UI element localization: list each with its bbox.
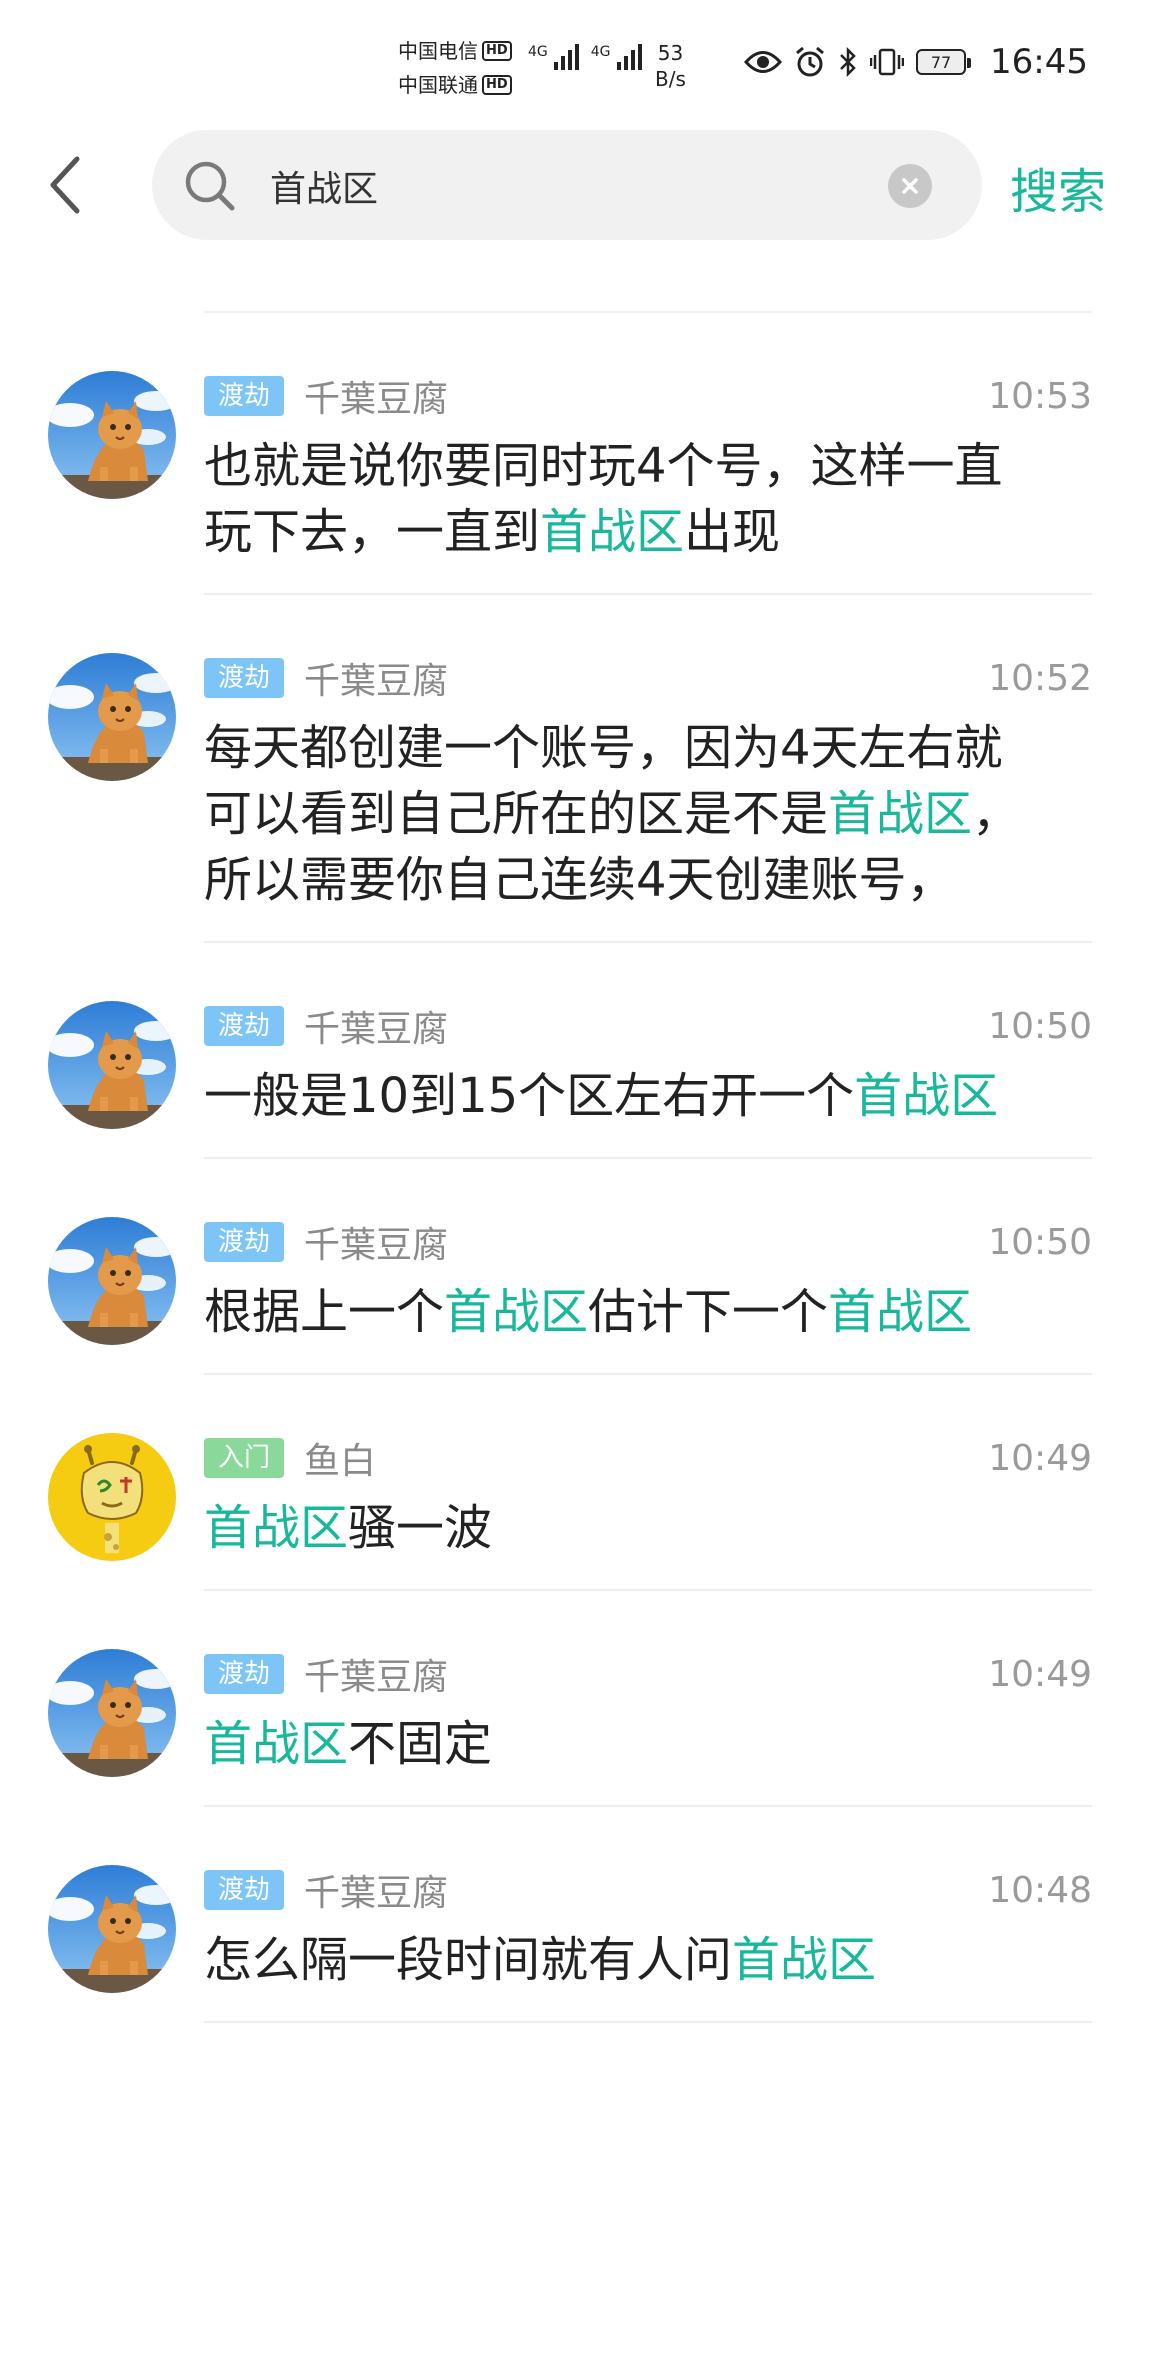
username[interactable]: 千葉豆腐 — [304, 1000, 448, 1052]
message-text-segment: 出现 — [684, 504, 781, 560]
level-badge: 渡劫 — [204, 658, 285, 698]
eye-icon — [744, 51, 782, 73]
message-text-segment: 不固定 — [348, 1716, 493, 1772]
hd-badge: HD — [482, 41, 512, 61]
message-time: 10:48 — [988, 1869, 1092, 1911]
username[interactable]: 千葉豆腐 — [304, 370, 448, 422]
message-meta: 渡劫 千葉豆腐 10:52 — [204, 652, 1092, 704]
battery-icon: 77 — [916, 49, 971, 75]
message-item[interactable]: 渡劫 千葉豆腐 10:50 根据上一个首战区估计下一个首战区 — [0, 1159, 1152, 1375]
hd-badge: HD — [482, 75, 512, 95]
search-button[interactable]: 搜索 — [1010, 152, 1106, 222]
avatar[interactable] — [48, 1001, 176, 1129]
avatar[interactable] — [48, 653, 176, 781]
level-badge: 渡劫 — [204, 1870, 285, 1910]
avatar[interactable] — [48, 1433, 176, 1561]
username[interactable]: 千葉豆腐 — [304, 652, 448, 704]
level-badge: 入门 — [204, 1438, 285, 1478]
clear-search-button[interactable] — [888, 164, 932, 208]
keyword-highlight: 首战区 — [204, 1716, 349, 1772]
carrier-1-name: 中国电信 — [398, 39, 478, 63]
message-text: 首战区骚一波 — [204, 1495, 1044, 1561]
message-time: 10:53 — [988, 375, 1092, 417]
keyword-highlight: 首战区 — [732, 1932, 877, 1988]
message-meta: 渡劫 千葉豆腐 10:49 — [204, 1648, 1092, 1700]
vibrate-icon — [870, 48, 904, 76]
message-item[interactable]: 渡劫 千葉豆腐 10:53 也就是说你要同时玩4个号，这样一直玩下去，一直到首战区出现 — [0, 313, 1152, 595]
username[interactable]: 千葉豆腐 — [304, 1864, 448, 1916]
message-text-segment: 骚一波 — [348, 1500, 493, 1556]
network-type-label: 4G — [528, 44, 548, 60]
message-time: 10:49 — [988, 1653, 1092, 1695]
avatar[interactable] — [48, 371, 176, 499]
message-time: 10:50 — [988, 1221, 1092, 1263]
message-item[interactable]: 渡劫 千葉豆腐 10:49 首战区不固定 — [0, 1591, 1152, 1807]
network-speed-unit: B/s — [655, 67, 686, 91]
message-item[interactable]: 渡劫 千葉豆腐 10:50 一般是10到15个区左右开一个首战区 — [0, 943, 1152, 1159]
message-item[interactable]: 渡劫 千葉豆腐 10:52 每天都创建一个账号，因为4天左右就可以看到自己所在的区是不… — [0, 595, 1152, 943]
message-text: 首战区不固定 — [204, 1711, 1044, 1777]
alarm-icon — [796, 46, 824, 77]
level-badge: 渡劫 — [204, 376, 285, 416]
message-text-segment: 估计下一个 — [588, 1284, 829, 1340]
level-badge: 渡劫 — [204, 1222, 285, 1262]
message-text: 根据上一个首战区估计下一个首战区 — [204, 1279, 1044, 1345]
network-speed: 53 B/s — [655, 40, 686, 92]
search-icon — [185, 161, 235, 211]
message-time: 10:50 — [988, 1005, 1092, 1047]
avatar[interactable] — [48, 1217, 176, 1345]
message-text: 怎么隔一段时间就有人问首战区 — [204, 1927, 1044, 1993]
level-badge: 渡劫 — [204, 1654, 285, 1694]
message-text-segment: 一般是10到15个区左右开一个 — [204, 1068, 855, 1124]
message-text: 一般是10到15个区左右开一个首战区 — [204, 1063, 1044, 1129]
message-meta: 渡劫 千葉豆腐 10:50 — [204, 1000, 1092, 1052]
status-icons: 77 — [744, 46, 971, 78]
message-meta: 渡劫 千葉豆腐 10:50 — [204, 1216, 1092, 1268]
message-time: 10:49 — [988, 1437, 1092, 1479]
keyword-highlight: 首战区 — [828, 786, 973, 842]
carrier-2-name: 中国联通 — [398, 73, 478, 97]
keyword-highlight: 首战区 — [204, 1500, 349, 1556]
network-type-label: 4G — [590, 44, 611, 60]
status-clock: 16:45 — [990, 42, 1088, 82]
message-item[interactable]: 渡劫 千葉豆腐 10:48 怎么隔一段时间就有人问首战区 — [0, 1807, 1152, 2023]
message-text-segment: 怎么隔一段时间就有人问 — [204, 1932, 733, 1988]
avatar[interactable] — [48, 1865, 176, 1993]
message-meta: 渡劫 千葉豆腐 10:48 — [204, 1864, 1092, 1916]
search-bar[interactable] — [152, 130, 982, 240]
keyword-highlight: 首战区 — [854, 1068, 999, 1124]
message-meta: 入门 鱼白 10:49 — [204, 1432, 1092, 1484]
status-bar: 中国电信 HD 中国联通 HD 4G 4G 53 B/s 77 16:45 — [0, 0, 1152, 120]
message-meta: 渡劫 千葉豆腐 10:53 — [204, 370, 1092, 422]
username[interactable]: 鱼白 — [304, 1432, 376, 1484]
signal-indicators: 4G 4G — [528, 44, 642, 70]
keyword-highlight: 首战区 — [444, 1284, 589, 1340]
message-item[interactable]: 入门 鱼白 10:49 首战区骚一波 — [0, 1375, 1152, 1591]
carrier-info: 中国电信 HD 中国联通 HD — [398, 34, 512, 102]
username[interactable]: 千葉豆腐 — [304, 1216, 448, 1268]
keyword-highlight: 首战区 — [828, 1284, 973, 1340]
chevron-left-icon — [50, 156, 80, 214]
back-button[interactable] — [40, 150, 90, 220]
close-icon — [902, 178, 918, 194]
level-badge: 渡劫 — [204, 1006, 285, 1046]
network-speed-value: 53 — [657, 41, 684, 65]
signal-icon: 4G — [591, 44, 642, 70]
message-time: 10:52 — [988, 657, 1092, 699]
signal-icon: 4G — [528, 44, 579, 70]
message-text: 也就是说你要同时玩4个号，这样一直玩下去，一直到首战区出现 — [204, 433, 1044, 565]
message-text: 每天都创建一个账号，因为4天左右就可以看到自己所在的区是不是首战区，所以需要你自… — [204, 715, 1044, 913]
battery-level: 77 — [930, 52, 952, 72]
bluetooth-icon — [840, 46, 856, 78]
keyword-highlight: 首战区 — [540, 504, 685, 560]
message-list[interactable]: 渡劫 千葉豆腐 10:53 也就是说你要同时玩4个号，这样一直玩下去，一直到首战区出现… — [0, 313, 1152, 2023]
username[interactable]: 千葉豆腐 — [304, 1648, 448, 1700]
search-input[interactable] — [268, 152, 872, 220]
message-text-segment: 根据上一个 — [204, 1284, 445, 1340]
avatar[interactable] — [48, 1649, 176, 1777]
